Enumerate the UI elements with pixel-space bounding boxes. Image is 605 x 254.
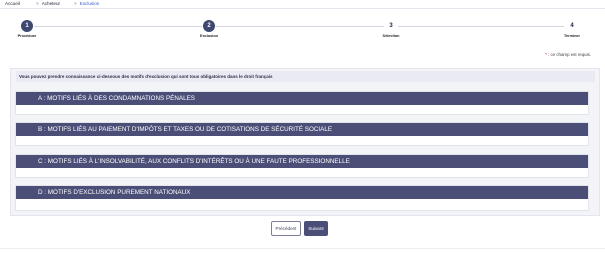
section-d-header[interactable]: D : MOTIFS D'EXCLUSION PUREMENT NATIONAU… [16,186,588,199]
next-button[interactable]: Suivant [304,221,328,236]
step-exclusion: 2 Exclusion [189,20,229,38]
required-field-note: * : ce champ est requis. [545,52,591,57]
breadcrumb-item-exclusion: > Exclusion [74,1,100,6]
step-connector [216,26,384,27]
exclusion-panel: Vous pouvez prendre connaissance ci-dess… [10,68,600,216]
step-number: 2 [203,20,215,32]
progress-stepper: 1 Procédure 2 Exclusion 3 Sélection 4 Te… [0,18,605,42]
section-a[interactable]: A : MOTIFS LIÉS À DES CONDAMNATIONS PÉNA… [15,91,589,115]
section-b[interactable]: B : MOTIFS LIÉS AU PAIEMENT D'IMPÔTS ET … [15,122,589,146]
step-procedure[interactable]: 1 Procédure [7,20,47,38]
step-label: Sélection [382,34,400,38]
step-label: Procédure [17,34,37,38]
section-c[interactable]: C : MOTIFS LIÉS À L'INSOLVABILITÉ, AUX C… [15,154,589,178]
step-connector [398,26,564,27]
step-selection: 3 Sélection [371,20,411,38]
section-d[interactable]: D : MOTIFS D'EXCLUSION PUREMENT NATIONAU… [15,185,589,211]
step-number: 4 [570,23,574,29]
required-note-text: : ce champ est requis. [546,52,591,57]
previous-button[interactable]: Précédent [271,221,301,236]
section-b-header[interactable]: B : MOTIFS LIÉS AU PAIEMENT D'IMPÔTS ET … [16,123,588,136]
step-number: 1 [21,20,33,32]
step-label: Exclusion [200,34,218,38]
step-connector [34,26,202,27]
chevron-right-icon: > [74,1,77,6]
step-label: Terminer [564,34,580,38]
step-terminer: 4 Terminer [552,20,592,38]
breadcrumb: Accueil > Acheteur > Exclusion [0,0,605,9]
intro-text: Vous pouvez prendre connaissance ci-dess… [16,71,595,82]
breadcrumb-item-accueil[interactable]: Accueil [5,0,20,7]
section-c-header[interactable]: C : MOTIFS LIÉS À L'INSOLVABILITÉ, AUX C… [16,155,588,168]
step-number: 3 [389,23,393,29]
chevron-right-icon: > [36,1,39,6]
breadcrumb-item-acheteur[interactable]: > Acheteur [36,0,60,7]
footer-divider [0,248,605,249]
section-a-header[interactable]: A : MOTIFS LIÉS À DES CONDAMNATIONS PÉNA… [16,92,588,105]
